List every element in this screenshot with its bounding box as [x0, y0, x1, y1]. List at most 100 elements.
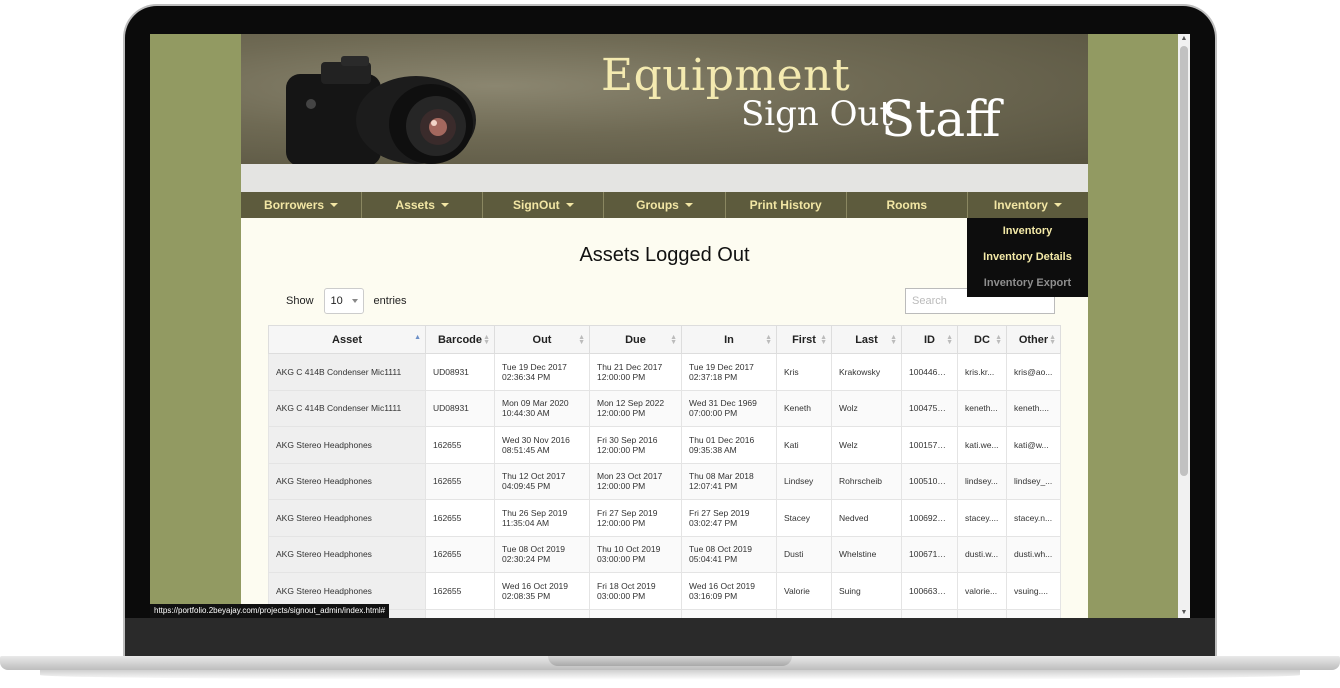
table-cell: AKG Stereo Headphones — [268, 535, 426, 573]
table-cell — [776, 608, 832, 618]
camera-icon — [286, 56, 476, 164]
table-row[interactable]: AKG C 414B Condenser Mic1111 UD08931 Tue 1… — [268, 353, 1061, 391]
column-header-last[interactable]: Last ▲ ▼ — [831, 325, 902, 354]
nav-label: Groups — [636, 198, 679, 212]
menu-item-inventory[interactable]: Inventory — [967, 218, 1088, 244]
column-header-label: Barcode — [437, 333, 483, 346]
nav-borrowers[interactable]: Borrowers — [241, 192, 363, 218]
table-cell: keneth.... — [1006, 389, 1061, 427]
table-cell: Valorie — [776, 572, 832, 610]
table-cell: AKG Stereo Headphones — [268, 462, 426, 500]
table-cell: Mon 09 Mar 2020 10:44:30 AM — [494, 389, 590, 427]
table-cell: Stacey — [776, 499, 832, 537]
table-cell-line: 12:00:00 PM — [597, 444, 646, 455]
column-header-asset[interactable]: Asset ▲ — [268, 325, 426, 354]
table-cell: Mon 21 Oct 2019 — [589, 608, 682, 618]
caret-down-icon — [330, 203, 339, 207]
table-cell: Thu 17 Oct 2019 — [494, 608, 590, 618]
table-cell: 100446673 — [901, 353, 958, 391]
table-cell-line: 12:00:00 PM — [597, 517, 646, 528]
column-header-id[interactable]: ID ▲ ▼ — [901, 325, 958, 354]
table-row[interactable]: AKG Stereo Headphones 162655 Wed 30 Nov 20… — [268, 426, 1061, 464]
table-cell-line: 12:07:41 PM — [689, 481, 738, 492]
table-row[interactable]: AKG Stereo Headphones 162655 Thu 12 Oct 20… — [268, 462, 1061, 500]
page-title: Assets Logged Out — [579, 244, 750, 266]
table-cell-line: 07:00:00 PM — [689, 408, 738, 419]
scroll-down-arrow-icon[interactable]: ▼ — [1178, 608, 1190, 618]
table-cell: Thu 01 Dec 2016 09:35:38 AM — [681, 426, 777, 464]
table-cell: kati.we... — [957, 426, 1007, 464]
sort-icon: ▲ ▼ — [578, 334, 585, 346]
table-cell: Thu 08 Mar 2018 12:07:41 PM — [681, 462, 777, 500]
column-header-out[interactable]: Out ▲ ▼ — [494, 325, 590, 354]
site-title-staff: Staff — [881, 90, 1001, 148]
scroll-up-arrow-icon[interactable]: ▲ — [1178, 34, 1190, 44]
nav-print-history[interactable]: Print History — [726, 192, 847, 218]
table-cell: stacey.n... — [1006, 499, 1061, 537]
table-cell-line: Wed 31 Dec 1969 — [689, 398, 757, 409]
table-cell — [425, 608, 495, 618]
nav-label: Inventory — [993, 198, 1048, 212]
nav-label: SignOut — [513, 198, 560, 212]
column-header-label: DC — [974, 333, 990, 346]
table-cell-line: Wed 30 Nov 2016 — [502, 434, 570, 445]
table-cell: Thu 12 Oct 2017 04:09:45 PM — [494, 462, 590, 500]
table-cell-line: Thu 12 Oct 2017 — [502, 471, 566, 482]
table-cell: valorie... — [957, 572, 1007, 610]
scrollbar-thumb[interactable] — [1180, 46, 1188, 476]
table-cell: Tue 08 Oct 2019 05:04:41 PM — [681, 535, 777, 573]
caret-down-icon — [684, 203, 693, 207]
menu-item-inventory-details[interactable]: Inventory Details — [967, 244, 1088, 270]
sort-icon: ▲ ▼ — [1049, 334, 1056, 346]
table-cell — [1006, 608, 1061, 618]
page-scrollbar[interactable]: ▲ ▼ — [1178, 34, 1190, 618]
table-row[interactable]: AKG C 414B Condenser Mic1111 UD08931 Mon 0… — [268, 389, 1061, 427]
table-cell — [831, 608, 902, 618]
table-cell: 162655 — [425, 462, 495, 500]
menu-item-inventory-export[interactable]: Inventory Export — [967, 270, 1088, 296]
table-cell: Fri 18 Oct 2019 03:00:00 PM — [589, 572, 682, 610]
table-cell-line: Fri 30 Sep 2016 — [597, 434, 658, 445]
nav-signout[interactable]: SignOut — [483, 192, 605, 218]
table-cell: Mon 23 Oct 2017 12:00:00 PM — [589, 462, 682, 500]
table-cell-line: 08:51:45 AM — [502, 444, 550, 455]
column-header-label: Last — [855, 333, 878, 346]
column-header-first[interactable]: First ▲ ▼ — [776, 325, 832, 354]
table-cell-line: Tue 08 Oct 2019 — [502, 544, 566, 555]
laptop-chin — [125, 618, 1215, 658]
column-header-barcode[interactable]: Barcode ▲ ▼ — [425, 325, 495, 354]
column-header-due[interactable]: Due ▲ ▼ — [589, 325, 682, 354]
table-cell: UD08931 — [425, 389, 495, 427]
column-header-in[interactable]: In ▲ ▼ — [681, 325, 777, 354]
table-cell: lindsey_... — [1006, 462, 1061, 500]
table-cell: 162655 — [425, 426, 495, 464]
table-cell-line: Mon 23 Oct 2017 — [597, 471, 663, 482]
status-bar-url: https://portfolio.2beyajay.com/projects/… — [150, 604, 390, 618]
site-banner: Equipment Sign Out Staff — [241, 34, 1088, 164]
table-cell: Wed 16 Oct 2019 02:08:35 PM — [494, 572, 590, 610]
table-cell: Fri 27 Sep 2019 12:00:00 PM — [589, 499, 682, 537]
nav-inventory[interactable]: Inventory — [968, 192, 1088, 218]
caret-down-icon — [440, 203, 449, 207]
table-cell: Keneth — [776, 389, 832, 427]
column-header-dc[interactable]: DC ▲ ▼ — [957, 325, 1007, 354]
table-cell-line: 02:37:18 PM — [689, 371, 738, 382]
entries-select-value: 10 — [330, 295, 343, 307]
table-cell: 100157041 — [901, 426, 958, 464]
table-row[interactable]: AKG Stereo Headphones 162655 Thu 26 Sep 20… — [268, 499, 1061, 537]
table-cell: Dusti — [776, 535, 832, 573]
nav-rooms[interactable]: Rooms — [847, 192, 968, 218]
table-cell: Mon 12 Sep 2022 12:00:00 PM — [589, 389, 682, 427]
show-label: Show — [286, 295, 314, 307]
table-cell: 100475484 — [901, 389, 958, 427]
column-header-label: Other — [1018, 333, 1049, 346]
table-cell: UD08931 — [425, 353, 495, 391]
inventory-dropdown-menu: Inventory Inventory Details Inventory Ex… — [967, 218, 1088, 297]
column-header-label: In — [724, 333, 734, 346]
column-header-other[interactable]: Other ▲ ▼ — [1006, 325, 1061, 354]
entries-select[interactable]: 10 — [323, 288, 364, 314]
nav-assets[interactable]: Assets — [362, 192, 484, 218]
nav-groups[interactable]: Groups — [604, 192, 726, 218]
table-row[interactable]: AKG Stereo Headphones 162655 Tue 08 Oct 20… — [268, 535, 1061, 573]
nav-label: Borrowers — [264, 198, 325, 212]
